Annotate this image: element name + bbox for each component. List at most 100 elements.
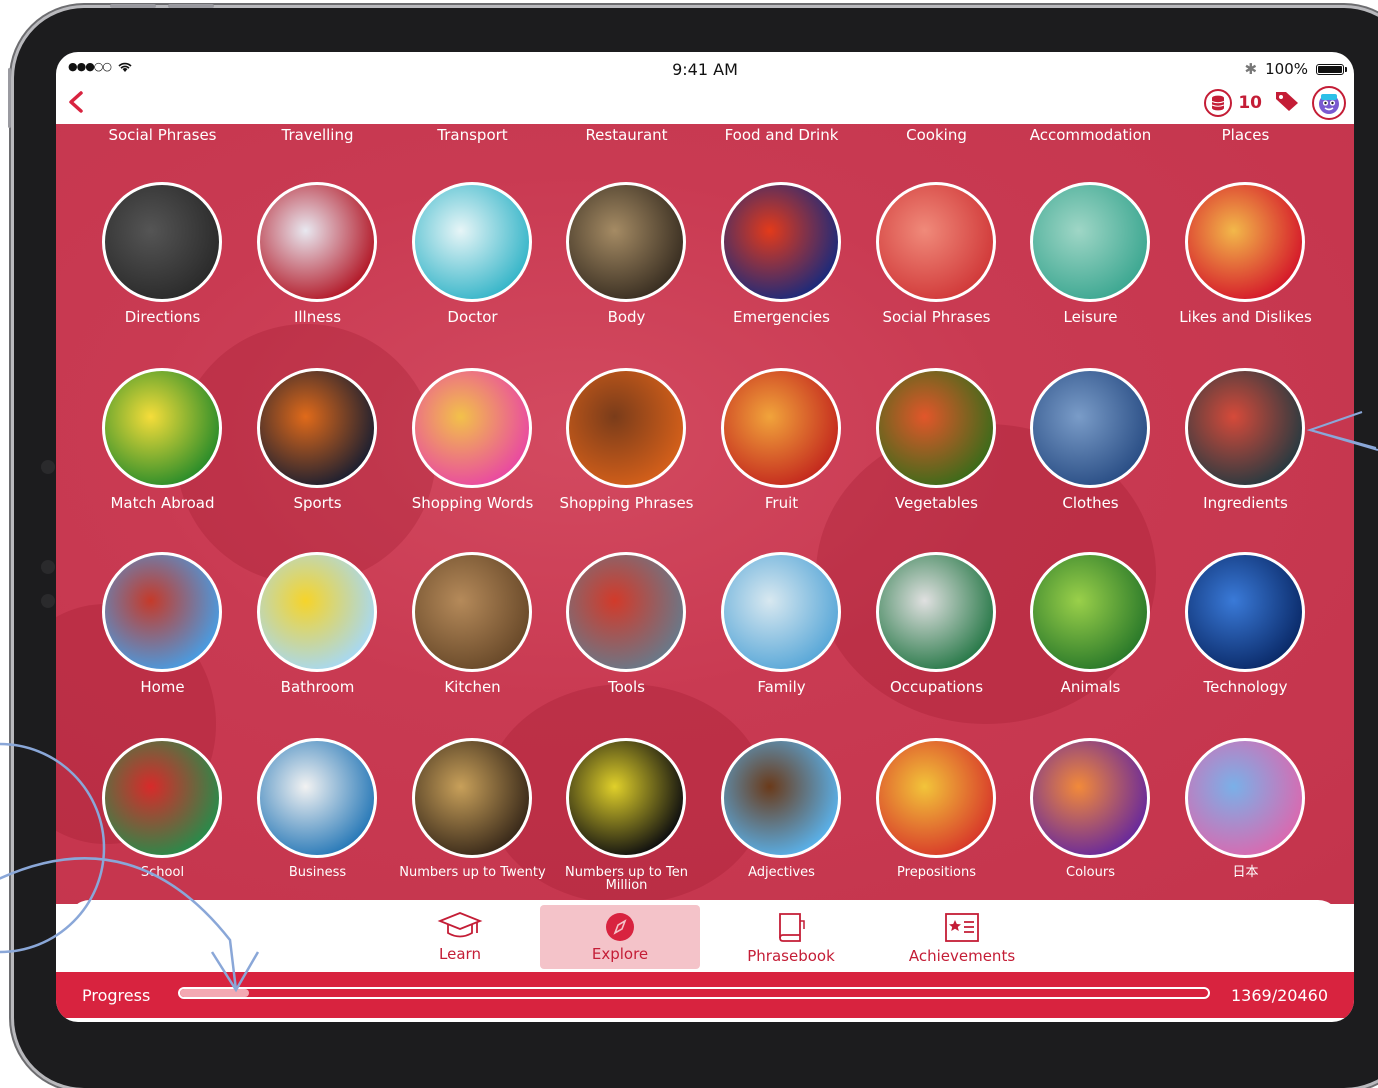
category-image — [1185, 552, 1305, 672]
category-label: Ingredients — [1203, 494, 1288, 512]
category-image — [102, 368, 222, 488]
tab-learn[interactable]: Learn — [381, 905, 539, 969]
category-tile[interactable]: Likes and Dislikes — [1168, 182, 1323, 362]
category-tile[interactable]: Bathroom — [240, 552, 395, 732]
category-tile[interactable]: Body — [549, 182, 704, 362]
category-label: Leisure — [1063, 308, 1118, 326]
category-tile[interactable]: Family — [704, 552, 859, 732]
volume-button — [168, 4, 214, 8]
coins-value: 10 — [1238, 93, 1262, 113]
category-tile[interactable]: Doctor — [395, 182, 550, 362]
tab-achievements-label: Achievements — [908, 947, 1016, 965]
top-category-label[interactable]: Social Phrases — [85, 126, 240, 144]
avatar[interactable] — [1312, 86, 1346, 120]
category-image — [257, 552, 377, 672]
category-image — [257, 738, 377, 858]
category-tile[interactable]: Business — [240, 738, 395, 904]
tab-explore-label: Explore — [591, 945, 649, 963]
category-tile[interactable]: Social Phrases — [859, 182, 1014, 362]
category-tile[interactable]: Clothes — [1013, 368, 1168, 548]
category-label: Directions — [124, 308, 201, 326]
category-tile[interactable]: Animals — [1013, 552, 1168, 732]
tab-learn-label: Learn — [439, 945, 481, 963]
category-tile[interactable]: Emergencies — [704, 182, 859, 362]
coins-counter[interactable]: 10 — [1204, 89, 1262, 117]
top-category-label[interactable]: Travelling — [240, 126, 395, 144]
tab-achievements[interactable]: Achievements — [883, 905, 1041, 969]
category-image — [102, 552, 222, 672]
tab-phrasebook[interactable]: Phrasebook — [712, 905, 870, 969]
category-label: Kitchen — [444, 678, 501, 696]
volume-button — [110, 4, 156, 8]
category-image — [566, 552, 686, 672]
book-icon — [779, 913, 805, 942]
category-tile[interactable]: Match Abroad — [85, 368, 240, 548]
back-chevron-icon[interactable] — [66, 90, 90, 114]
category-image — [721, 182, 841, 302]
top-category-label[interactable]: Restaurant — [549, 126, 704, 144]
category-tile[interactable]: Prepositions — [859, 738, 1014, 904]
battery-percent: 100% — [1265, 60, 1308, 78]
category-tile[interactable]: 日本 — [1168, 738, 1323, 904]
category-tile[interactable]: Kitchen — [395, 552, 550, 732]
category-tile[interactable]: Home — [85, 552, 240, 732]
category-tile[interactable]: Leisure — [1013, 182, 1168, 362]
compass-icon — [606, 913, 634, 941]
category-image — [102, 738, 222, 858]
tab-phrasebook-label: Phrasebook — [747, 947, 835, 965]
category-image — [876, 738, 996, 858]
category-tile[interactable]: Occupations — [859, 552, 1014, 732]
category-image — [412, 182, 532, 302]
category-label: Occupations — [889, 678, 984, 696]
category-label: Shopping Phrases — [559, 494, 694, 512]
category-tile[interactable]: Technology — [1168, 552, 1323, 732]
top-category-label[interactable]: Food and Drink — [704, 126, 859, 144]
category-label: Clothes — [1062, 494, 1119, 512]
category-image — [1185, 738, 1305, 858]
top-category-label[interactable]: Transport — [395, 126, 550, 144]
category-tile[interactable]: Shopping Phrases — [549, 368, 704, 548]
category-tile[interactable]: Vegetables — [859, 368, 1014, 548]
category-label: Emergencies — [733, 308, 830, 326]
category-tile[interactable]: Colours — [1013, 738, 1168, 904]
category-tile[interactable]: Ingredients — [1168, 368, 1323, 548]
category-image — [876, 552, 996, 672]
tab-explore[interactable]: Explore — [540, 905, 700, 969]
category-image — [1030, 552, 1150, 672]
side-sensor — [41, 460, 55, 474]
category-tile[interactable]: Illness — [240, 182, 395, 362]
category-label: Tools — [608, 678, 645, 696]
category-tile[interactable]: Numbers up to Twenty — [395, 738, 550, 904]
category-image — [876, 368, 996, 488]
category-label: Numbers up to Ten Million — [565, 865, 688, 893]
category-image — [1030, 182, 1150, 302]
category-grid: Social Phrases Travelling Transport Restaur… — [56, 124, 1354, 904]
category-label: Family — [757, 678, 806, 696]
progress-label: Progress — [82, 986, 151, 1005]
category-image — [412, 368, 532, 488]
category-tile[interactable]: School — [85, 738, 240, 904]
category-image — [566, 182, 686, 302]
category-label: Sports — [293, 494, 342, 512]
category-image — [1030, 368, 1150, 488]
category-tile[interactable]: Numbers up to Ten Million — [549, 738, 704, 904]
progress-bar-section: Progress 1369/20460 — [56, 972, 1354, 1018]
category-image — [721, 738, 841, 858]
top-category-label[interactable]: Places — [1168, 126, 1323, 144]
category-label: 日本 — [1232, 865, 1259, 880]
category-label: Doctor — [447, 308, 498, 326]
category-tile[interactable]: Directions — [85, 182, 240, 362]
category-tile[interactable]: Sports — [240, 368, 395, 548]
bluetooth-icon: ✱ — [1244, 60, 1258, 78]
top-category-label[interactable]: Cooking — [859, 126, 1014, 144]
category-image — [412, 738, 532, 858]
price-tag-icon[interactable] — [1274, 90, 1300, 116]
category-tile[interactable]: Adjectives — [704, 738, 859, 904]
category-image — [721, 552, 841, 672]
top-category-label[interactable]: Accommodation — [1013, 126, 1168, 144]
category-tile[interactable]: Shopping Words — [395, 368, 550, 548]
graduation-cap-icon — [437, 912, 483, 938]
category-tile[interactable]: Tools — [549, 552, 704, 732]
category-tile[interactable]: Fruit — [704, 368, 859, 548]
category-label: Prepositions — [897, 865, 976, 880]
